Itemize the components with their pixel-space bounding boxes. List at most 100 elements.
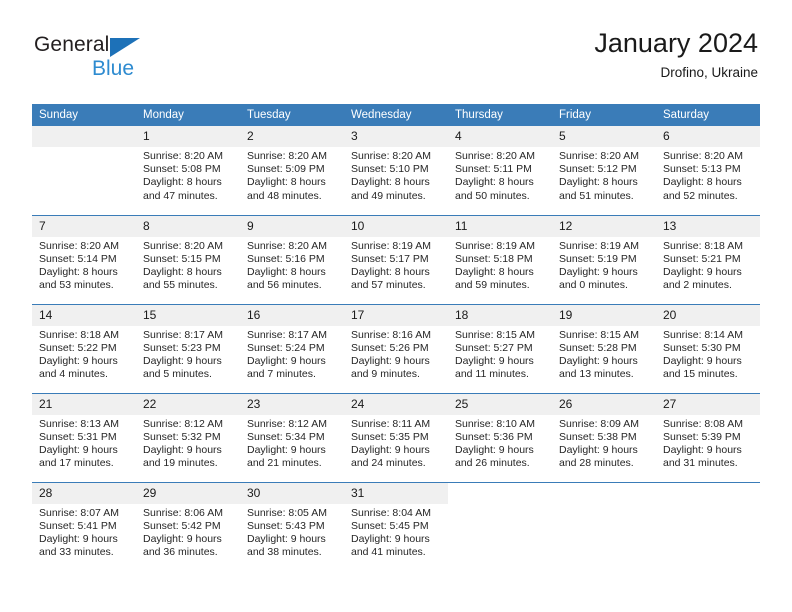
day-cell-8[interactable]: 8 Sunrise: 8:20 AM Sunset: 5:15 PM Daylight… xyxy=(136,214,240,304)
day-detail-line: Sunrise: 8:20 AM xyxy=(39,239,119,252)
day-detail-line: Sunset: 5:41 PM xyxy=(39,519,117,532)
day-details: Sunrise: 8:16 AM Sunset: 5:26 PM Daylight:… xyxy=(344,326,448,382)
day-cell-10[interactable]: 10 Sunrise: 8:19 AM Sunset: 5:17 PM Dayligh… xyxy=(344,214,448,304)
day-cell-31[interactable]: 31 Sunrise: 8:04 AM Sunset: 5:45 PM Dayligh… xyxy=(344,481,448,571)
day-cell-26[interactable]: 26 Sunrise: 8:09 AM Sunset: 5:38 PM Dayligh… xyxy=(552,392,656,482)
day-details: Sunrise: 8:09 AM Sunset: 5:38 PM Daylight:… xyxy=(552,415,656,471)
day-number: 29 xyxy=(136,482,240,504)
day-cell-5[interactable]: 5 Sunrise: 8:20 AM Sunset: 5:12 PM Daylight… xyxy=(552,126,656,215)
day-detail-line: Sunset: 5:22 PM xyxy=(39,341,117,354)
day-detail-line: Daylight: 9 hours xyxy=(39,354,118,367)
day-detail-line: and 47 minutes. xyxy=(143,189,218,202)
day-cell-23[interactable]: 23 Sunrise: 8:12 AM Sunset: 5:34 PM Dayligh… xyxy=(240,392,344,482)
day-detail-line: Daylight: 9 hours xyxy=(39,443,118,456)
day-details: Sunrise: 8:18 AM Sunset: 5:21 PM Daylight:… xyxy=(656,237,760,293)
calendar-week-row: 28 Sunrise: 8:07 AM Sunset: 5:41 PM Dayligh… xyxy=(32,481,760,571)
calendar-week-row: 21 Sunrise: 8:13 AM Sunset: 5:31 PM Dayligh… xyxy=(32,392,760,482)
day-details: Sunrise: 8:20 AM Sunset: 5:12 PM Daylight:… xyxy=(552,147,656,203)
day-detail-line: and 55 minutes. xyxy=(143,279,218,292)
day-number: 26 xyxy=(552,393,656,415)
day-detail-line: Sunset: 5:31 PM xyxy=(39,430,117,443)
day-cell-29[interactable]: 29 Sunrise: 8:06 AM Sunset: 5:42 PM Dayligh… xyxy=(136,481,240,571)
day-cell-14[interactable]: 14 Sunrise: 8:18 AM Sunset: 5:22 PM Dayligh… xyxy=(32,303,136,393)
day-detail-line: Sunrise: 8:20 AM xyxy=(247,150,327,162)
day-cell-28[interactable]: 28 Sunrise: 8:07 AM Sunset: 5:41 PM Dayligh… xyxy=(32,481,136,571)
day-detail-line: Daylight: 9 hours xyxy=(247,354,326,367)
logo-word-blue: Blue xyxy=(92,57,135,80)
day-detail-line: and 49 minutes. xyxy=(351,189,426,202)
day-cell-9[interactable]: 9 Sunrise: 8:20 AM Sunset: 5:16 PM Daylight… xyxy=(240,214,344,304)
day-detail-line: and 53 minutes. xyxy=(39,279,114,292)
day-detail-line: and 17 minutes. xyxy=(39,457,114,470)
day-detail-line: Sunrise: 8:06 AM xyxy=(143,506,223,519)
day-cell-2[interactable]: 2 Sunrise: 8:20 AM Sunset: 5:09 PM Daylight… xyxy=(240,126,344,215)
day-details: Sunrise: 8:08 AM Sunset: 5:39 PM Daylight:… xyxy=(656,415,760,471)
day-cell-4[interactable]: 4 Sunrise: 8:20 AM Sunset: 5:11 PM Daylight… xyxy=(448,126,552,215)
day-cell-12[interactable]: 12 Sunrise: 8:19 AM Sunset: 5:19 PM Dayligh… xyxy=(552,214,656,304)
day-detail-line: and 11 minutes. xyxy=(455,368,529,381)
general-blue-logo[interactable]: General Blue xyxy=(34,34,154,82)
day-detail-line: Sunrise: 8:20 AM xyxy=(455,150,535,162)
day-cell-3[interactable]: 3 Sunrise: 8:20 AM Sunset: 5:10 PM Daylight… xyxy=(344,126,448,215)
day-detail-line: Sunset: 5:36 PM xyxy=(455,430,533,443)
day-cell-22[interactable]: 22 Sunrise: 8:12 AM Sunset: 5:32 PM Dayligh… xyxy=(136,392,240,482)
day-cell-21[interactable]: 21 Sunrise: 8:13 AM Sunset: 5:31 PM Dayligh… xyxy=(32,392,136,482)
day-cell-7[interactable]: 7 Sunrise: 8:20 AM Sunset: 5:14 PM Daylight… xyxy=(32,214,136,304)
day-cell-27[interactable]: 27 Sunrise: 8:08 AM Sunset: 5:39 PM Dayligh… xyxy=(656,392,760,482)
day-cell-11[interactable]: 11 Sunrise: 8:19 AM Sunset: 5:18 PM Dayligh… xyxy=(448,214,552,304)
day-detail-line: and 41 minutes. xyxy=(351,546,426,559)
day-detail-line: Sunset: 5:39 PM xyxy=(663,430,741,443)
day-details: Sunrise: 8:13 AM Sunset: 5:31 PM Daylight:… xyxy=(32,415,136,471)
day-detail-line: and 2 minutes. xyxy=(663,279,732,292)
day-detail-line: and 21 minutes. xyxy=(247,457,322,470)
day-detail-line: Sunset: 5:10 PM xyxy=(351,163,429,176)
day-detail-line: Sunrise: 8:20 AM xyxy=(247,239,327,252)
day-detail-line: Daylight: 9 hours xyxy=(143,354,222,367)
day-details: Sunrise: 8:07 AM Sunset: 5:41 PM Daylight:… xyxy=(32,504,136,560)
day-number: 8 xyxy=(136,215,240,237)
day-detail-line: Sunset: 5:45 PM xyxy=(351,519,429,532)
day-detail-line: and 52 minutes. xyxy=(663,189,738,202)
day-number: 14 xyxy=(32,304,136,326)
day-number xyxy=(448,482,552,504)
day-detail-line: Sunset: 5:12 PM xyxy=(559,163,637,176)
day-cell-20[interactable]: 20 Sunrise: 8:14 AM Sunset: 5:30 PM Dayligh… xyxy=(656,303,760,393)
day-detail-line: Daylight: 8 hours xyxy=(143,176,222,189)
day-details: Sunrise: 8:17 AM Sunset: 5:23 PM Daylight:… xyxy=(136,326,240,382)
day-cell-6[interactable]: 6 Sunrise: 8:20 AM Sunset: 5:13 PM Daylight… xyxy=(656,126,760,215)
day-cell-1[interactable]: 1 Sunrise: 8:20 AM Sunset: 5:08 PM Daylight… xyxy=(136,126,240,215)
day-detail-line: Sunset: 5:28 PM xyxy=(559,341,637,354)
day-details xyxy=(656,504,760,507)
day-number: 3 xyxy=(344,126,448,147)
day-number: 20 xyxy=(656,304,760,326)
day-detail-line: Daylight: 9 hours xyxy=(143,532,222,545)
calendar-week-row: 1 Sunrise: 8:20 AM Sunset: 5:08 PM Daylight… xyxy=(32,126,760,215)
day-number: 30 xyxy=(240,482,344,504)
day-detail-line: Sunrise: 8:09 AM xyxy=(559,417,639,430)
day-detail-line: Daylight: 8 hours xyxy=(455,176,534,189)
day-details: Sunrise: 8:05 AM Sunset: 5:43 PM Daylight:… xyxy=(240,504,344,560)
day-cell-13[interactable]: 13 Sunrise: 8:18 AM Sunset: 5:21 PM Dayligh… xyxy=(656,214,760,304)
day-detail-line: Sunset: 5:09 PM xyxy=(247,163,325,176)
day-cell-30[interactable]: 30 Sunrise: 8:05 AM Sunset: 5:43 PM Dayligh… xyxy=(240,481,344,571)
day-detail-line: and 24 minutes. xyxy=(351,457,426,470)
page-subtitle: Drofino, Ukraine xyxy=(660,65,758,81)
day-detail-line: Sunset: 5:35 PM xyxy=(351,430,429,443)
day-detail-line: and 31 minutes. xyxy=(663,457,738,470)
day-detail-line: Sunset: 5:43 PM xyxy=(247,519,325,532)
calendar-head: Sunday Monday Tuesday Wednesday Thursday Frid… xyxy=(32,104,760,126)
day-cell-19[interactable]: 19 Sunrise: 8:15 AM Sunset: 5:28 PM Dayligh… xyxy=(552,303,656,393)
day-detail-line: Sunset: 5:34 PM xyxy=(247,430,325,443)
day-detail-line: Sunrise: 8:20 AM xyxy=(143,150,223,162)
day-detail-line: and 36 minutes. xyxy=(143,546,218,559)
day-detail-line: Daylight: 8 hours xyxy=(663,176,742,189)
day-cell-18[interactable]: 18 Sunrise: 8:15 AM Sunset: 5:27 PM Dayligh… xyxy=(448,303,552,393)
day-cell-17[interactable]: 17 Sunrise: 8:16 AM Sunset: 5:26 PM Dayligh… xyxy=(344,303,448,393)
day-cell-24[interactable]: 24 Sunrise: 8:11 AM Sunset: 5:35 PM Dayligh… xyxy=(344,392,448,482)
day-cell-empty xyxy=(656,481,760,571)
day-detail-line: Sunrise: 8:17 AM xyxy=(247,328,327,341)
day-cell-15[interactable]: 15 Sunrise: 8:17 AM Sunset: 5:23 PM Dayligh… xyxy=(136,303,240,393)
day-cell-16[interactable]: 16 Sunrise: 8:17 AM Sunset: 5:24 PM Dayligh… xyxy=(240,303,344,393)
day-cell-25[interactable]: 25 Sunrise: 8:10 AM Sunset: 5:36 PM Dayligh… xyxy=(448,392,552,482)
day-detail-line: Daylight: 9 hours xyxy=(455,354,534,367)
